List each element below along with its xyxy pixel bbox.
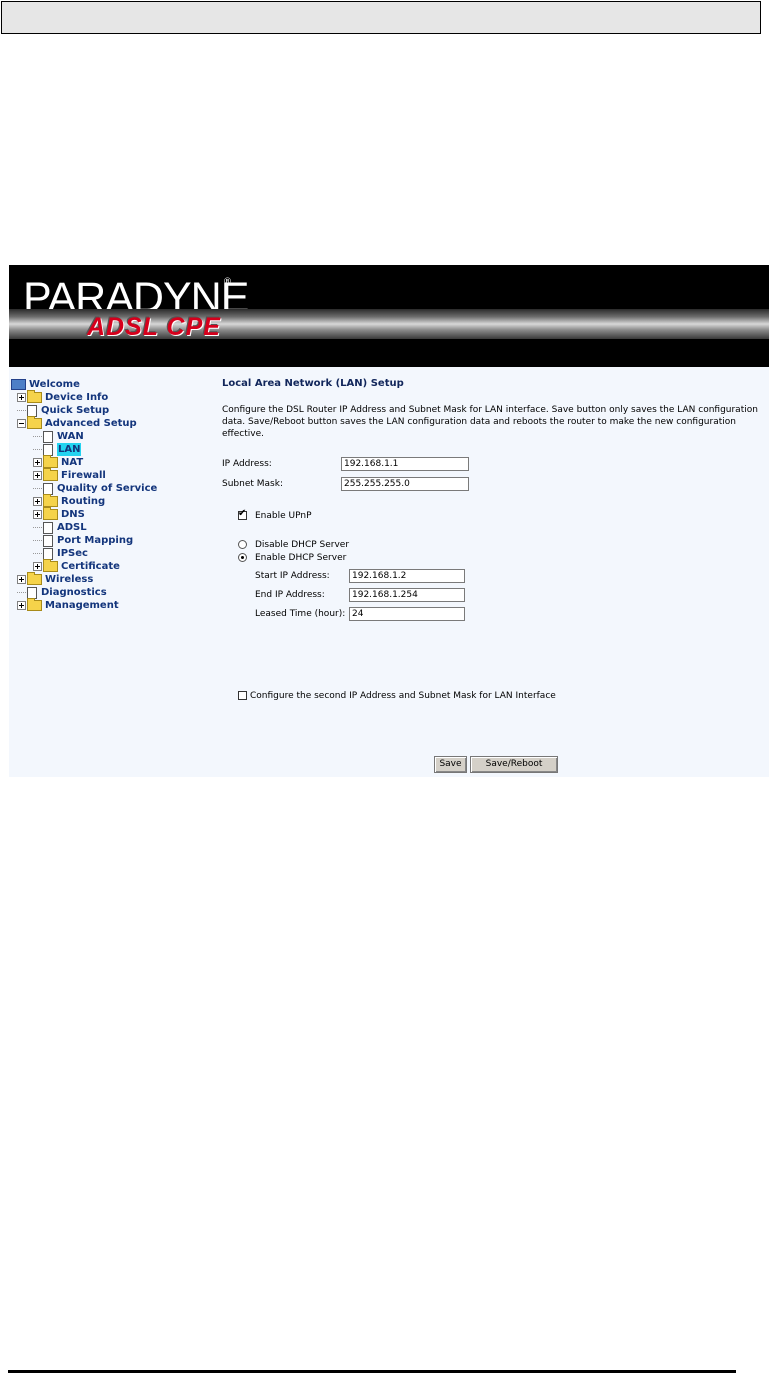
expand-icon[interactable] [33, 510, 42, 519]
footer-rule [8, 1370, 736, 1373]
document-icon [43, 547, 53, 560]
disable-dhcp-label: Disable DHCP Server [255, 540, 350, 550]
folder-icon [43, 507, 58, 520]
expand-icon[interactable] [17, 575, 26, 584]
collapse-icon[interactable] [17, 419, 26, 428]
expand-icon[interactable] [33, 497, 42, 506]
folder-icon [43, 468, 58, 481]
upnp-checkbox[interactable] [238, 508, 247, 520]
folder-open-icon [27, 416, 42, 429]
nav-item-dns[interactable]: DNS [33, 507, 85, 521]
nav-item-wan[interactable]: WAN [33, 430, 84, 443]
nav-item-nat[interactable]: NAT [33, 455, 83, 469]
enable-dhcp-radio[interactable] [238, 553, 247, 562]
upnp-label: Enable UPnP [255, 511, 312, 521]
nav-item-welcome[interactable]: Welcome [11, 378, 80, 391]
router-web-ui: PARADYNE ® ADSL CPE Welcome Device Info … [9, 265, 769, 777]
folder-icon [43, 559, 58, 572]
nav-item-management[interactable]: Management [17, 598, 119, 612]
registered-mark: ® [223, 277, 232, 287]
start-ip-input[interactable]: 192.168.1.2 [349, 569, 465, 583]
document-icon [27, 586, 37, 599]
document-icon [43, 521, 53, 534]
document-icon [43, 482, 53, 495]
expand-icon[interactable] [33, 471, 42, 480]
folder-icon [27, 390, 42, 403]
nav-item-qos[interactable]: Quality of Service [33, 482, 157, 495]
expand-icon[interactable] [33, 562, 42, 571]
nav-item-firewall[interactable]: Firewall [33, 468, 106, 482]
nav-item-advanced-setup[interactable]: Advanced Setup [17, 416, 137, 430]
nav-item-ipsec[interactable]: IPSec [33, 547, 88, 560]
document-icon [43, 534, 53, 547]
nav-item-certificate[interactable]: Certificate [33, 559, 120, 573]
save-button[interactable]: Save [434, 756, 467, 773]
ip-address-input[interactable]: 192.168.1.1 [341, 457, 469, 471]
enable-dhcp-label: Enable DHCP Server [255, 553, 347, 563]
ip-address-label: IP Address: [222, 459, 272, 469]
document-icon [27, 404, 37, 417]
product-name: ADSL CPE [87, 313, 221, 341]
folder-icon [43, 455, 58, 468]
folder-icon [27, 572, 42, 585]
end-ip-label: End IP Address: [255, 590, 325, 600]
document-icon [43, 430, 53, 443]
computer-icon [11, 379, 26, 390]
expand-icon[interactable] [17, 393, 26, 402]
page-description: Configure the DSL Router IP Address and … [222, 405, 758, 439]
folder-icon [27, 598, 42, 611]
banner: PARADYNE ® ADSL CPE [9, 265, 769, 367]
nav-item-lan[interactable]: LAN [33, 443, 82, 456]
document-header-box [1, 1, 761, 34]
folder-icon [43, 494, 58, 507]
nav-item-port-mapping[interactable]: Port Mapping [33, 534, 133, 547]
end-ip-input[interactable]: 192.168.1.254 [349, 588, 465, 602]
lease-time-label: Leased Time (hour): [255, 609, 346, 619]
second-ip-label: Configure the second IP Address and Subn… [250, 691, 556, 701]
start-ip-label: Start IP Address: [255, 571, 330, 581]
subnet-mask-label: Subnet Mask: [222, 479, 283, 489]
document-icon [43, 443, 53, 456]
second-ip-checkbox[interactable] [238, 691, 247, 700]
expand-icon[interactable] [17, 601, 26, 610]
nav-item-device-info[interactable]: Device Info [17, 390, 108, 404]
disable-dhcp-radio[interactable] [238, 540, 247, 549]
nav-item-adsl[interactable]: ADSL [33, 521, 87, 534]
expand-icon[interactable] [33, 458, 42, 467]
lease-time-input[interactable]: 24 [349, 607, 465, 621]
save-reboot-button[interactable]: Save/Reboot [470, 756, 558, 773]
subnet-mask-input[interactable]: 255.255.255.0 [341, 477, 469, 491]
nav-item-wireless[interactable]: Wireless [17, 572, 93, 586]
page-title: Local Area Network (LAN) Setup [222, 378, 404, 389]
